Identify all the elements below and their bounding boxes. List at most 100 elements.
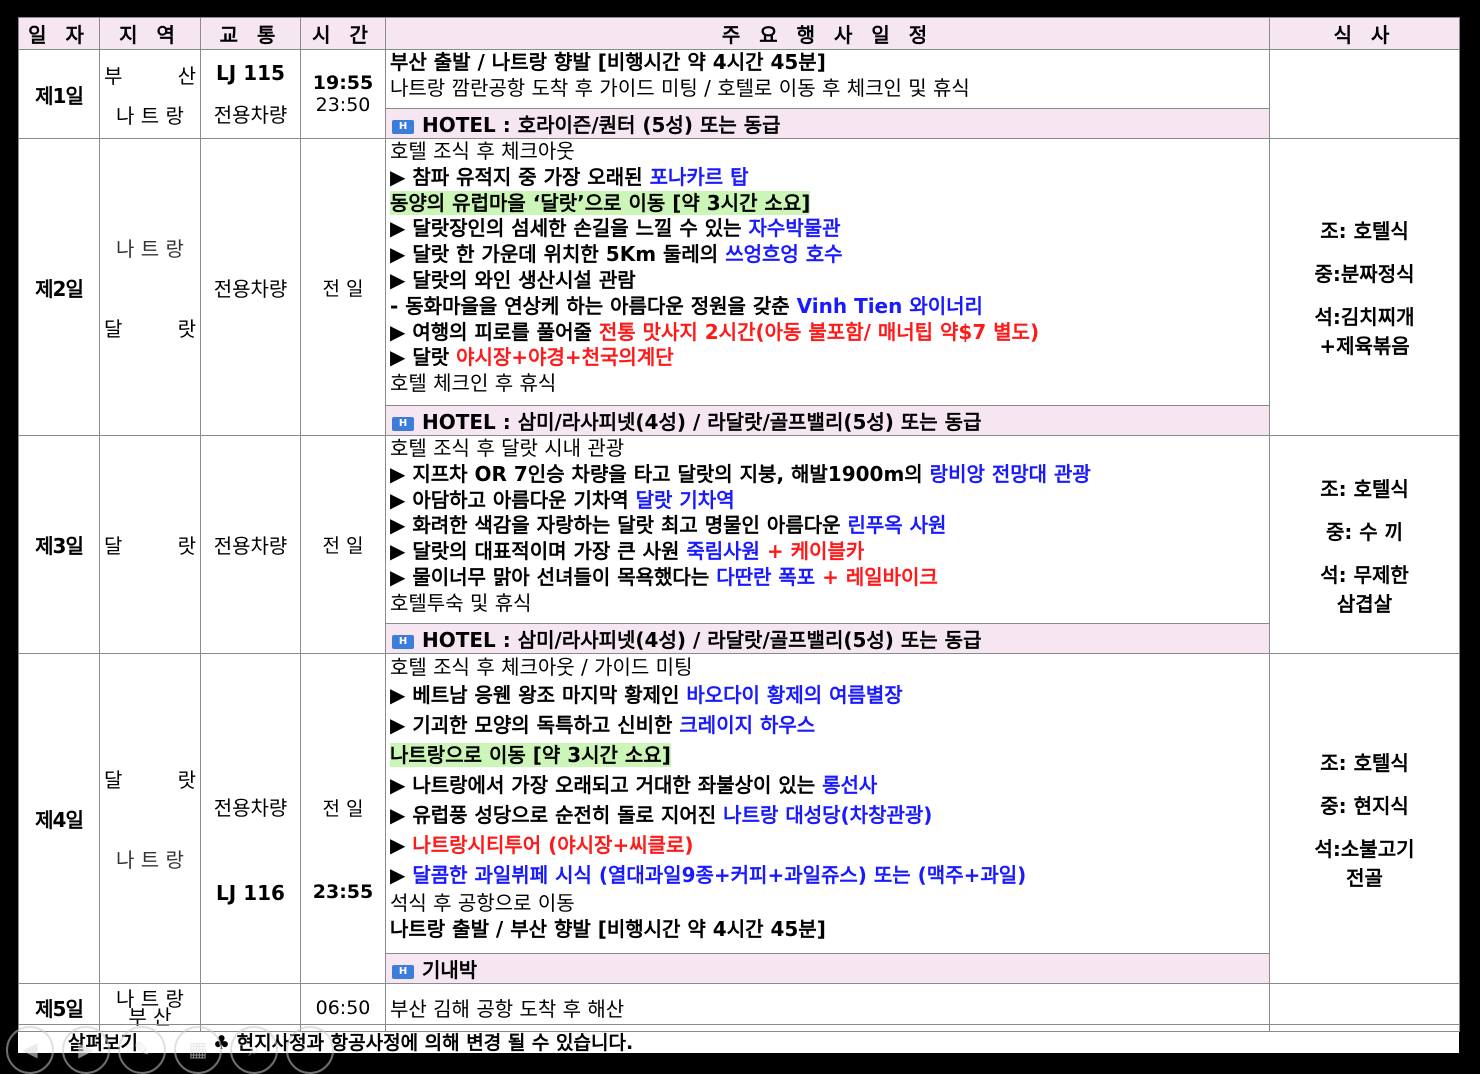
prev-slide-button[interactable]: ◀ xyxy=(6,1026,54,1074)
more-options-icon[interactable]: ⋯ xyxy=(286,1026,334,1074)
day4-row: 제4일 달 랏 나 트 랑 전용차량 LJ 116 전 일 23:55 호텔 조식… xyxy=(18,653,1460,984)
day2-line9: ▶ 달랏 야시장+야경+천국의계단 xyxy=(390,345,674,370)
day4-vehicle: 전용차량 xyxy=(213,796,288,820)
hotel-icon: H xyxy=(392,416,414,431)
day4-line9: 석식 후 공항으로 이동 xyxy=(390,891,575,915)
day3-region: 달랏 xyxy=(99,435,201,654)
day2-dinner: 석:김치찌개 xyxy=(1314,305,1415,329)
day2-region-2a: 달 xyxy=(104,316,123,341)
day3-line7: 호텔투숙 및 휴식 xyxy=(390,590,532,615)
day1-schedule: 부산 출발 / 나트랑 향발 [비행시간 약 4시간 45분] 나트랑 깜란공항… xyxy=(385,49,1270,109)
header-time: 시 간 xyxy=(300,17,386,50)
hotel-icon: H xyxy=(392,634,414,649)
day2-label: 제2일 xyxy=(18,138,100,436)
day4-line7: ▶ 나트랑시티투어 (야시장+씨클로) xyxy=(390,833,694,857)
day3-dinner: 석: 무제한 xyxy=(1320,562,1409,587)
day1-row: 제1일 부 산 나 트 랑 LJ 115 전용차량 19:55 23:50 부산 … xyxy=(18,49,1460,139)
slides-grid-icon[interactable]: ▦ xyxy=(174,1026,222,1074)
day4-line5: ▶ 나트랑에서 가장 오래되고 거대한 좌불상이 있는 롱선사 xyxy=(390,773,878,797)
day3-line5: ▶ 달랏의 대표적이며 가장 큰 사원 죽림사원 + 케이블카 xyxy=(390,539,865,564)
day2-dinner-2: +제육볶음 xyxy=(1319,334,1410,358)
day2-time: 전 일 xyxy=(300,138,386,436)
day4-hotel: H 기내박 xyxy=(385,953,1270,984)
day4-line6: ▶ 유럽풍 성당으로 순전히 돌로 지어진 나트랑 대성당(차창관광) xyxy=(390,803,933,827)
day3-lunch: 중: 수 끼 xyxy=(1325,519,1404,544)
day1-line1: 부산 출발 / 나트랑 향발 [비행시간 약 4시간 45분] xyxy=(390,50,826,74)
day1-hotel-text: HOTEL : 호라이즌/퀀터 (5성) 또는 동급 xyxy=(422,113,781,137)
day3-line6: ▶ 물이너무 맑아 선녀들이 목욕했다는 다딴란 폭포 + 레일바이크 xyxy=(390,564,938,589)
day2-transport: 전용차량 xyxy=(200,138,301,436)
day2-line5: ▶ 달랏 한 가운데 위치한 5Km 둘레의 쓰엉흐엉 호수 xyxy=(390,242,843,267)
day1-region: 부 산 나 트 랑 xyxy=(99,49,201,139)
day1-region-2: 나 트 랑 xyxy=(116,103,184,128)
day2-line2: ▶ 참파 유적지 중 가장 오래된 포나카르 탑 xyxy=(390,164,749,189)
day3-line3: ▶ 아담하고 아름다운 기차역 달랏 기차역 xyxy=(390,487,735,512)
day4-line4: 나트랑으로 이동 [약 3시간 소요] xyxy=(390,743,671,767)
day2-hotel-text: HOTEL : 삼미/라사피넷(4성) / 라달랏/골프밸리(5성) 또는 동급 xyxy=(422,410,982,434)
day1-time-depart: 19:55 xyxy=(312,72,374,94)
day2-schedule: 호텔 조식 후 체크아웃 ▶ 참파 유적지 중 가장 오래된 포나카르 탑 동양… xyxy=(385,138,1270,406)
day2-line7: - 동화마을을 연상케 하는 아름다운 정원을 갖춘 Vinh Tien 와이너… xyxy=(390,293,983,318)
zoom-icon[interactable]: ⌕ xyxy=(230,1026,278,1074)
day2-line10: 호텔 체크인 후 휴식 xyxy=(390,371,557,396)
day2-region-2b: 랏 xyxy=(177,316,196,341)
day4-line8: ▶ 달콤한 과일뷔페 시식 (열대과일9종+커피+과일쥬스) 또는 (맥주+과일… xyxy=(390,863,1027,887)
pen-tool-icon[interactable]: ✎ xyxy=(118,1026,166,1074)
day3-line2: ▶ 지프차 OR 7인승 차량을 타고 달랏의 지붕, 해발1900m의 랑비앙… xyxy=(390,461,1091,486)
day4-region-b: 랏 xyxy=(177,768,196,792)
header-region: 지 역 xyxy=(99,17,201,50)
day1-line2: 나트랑 깜란공항 도착 후 가이드 미팅 / 호텔로 이동 후 체크인 및 휴식 xyxy=(390,75,970,100)
day1-flight: LJ 115 xyxy=(216,60,285,85)
day1-transport: LJ 115 전용차량 xyxy=(200,49,301,139)
day3-region-b: 랏 xyxy=(177,534,196,558)
day3-breakfast: 조: 호텔식 xyxy=(1320,476,1409,501)
day3-time: 전 일 xyxy=(300,435,386,654)
day3-row: 제3일 달랏 전용차량 전 일 호텔 조식 후 달랏 시내 관광 ▶ 지프차 O… xyxy=(18,435,1460,654)
hotel-icon: H xyxy=(392,119,414,134)
next-slide-button[interactable]: ▶ xyxy=(62,1026,110,1074)
day4-breakfast: 조: 호텔식 xyxy=(1320,750,1409,775)
day2-lunch: 중:분짜정식 xyxy=(1314,262,1415,286)
day2-line3: 동양의 유럽마을 ‘달랏’으로 이동 [약 3시간 소요] xyxy=(390,190,811,215)
day4-meals: 조: 호텔식 중: 현지식 석:소불고기 전골 xyxy=(1269,653,1460,984)
day1-region-a: 부 xyxy=(104,63,123,88)
day4-dinner: 석:소불고기 xyxy=(1314,836,1415,861)
day3-region-a: 달 xyxy=(104,534,123,558)
day4-region-2: 나 트 랑 xyxy=(116,848,184,872)
day4-time: 전 일 23:55 xyxy=(300,653,386,984)
day2-region-1: 나 트 랑 xyxy=(116,236,184,261)
day4-transport: 전용차량 LJ 116 xyxy=(200,653,301,984)
day3-line4: ▶ 화려한 색감을 자랑하는 달랏 최고 명물인 아름다운 린푸옥 사원 xyxy=(390,513,947,538)
header-transport: 교 통 xyxy=(200,17,301,50)
itinerary-sheet: 일 자 지 역 교 통 시 간 주 요 행 사 일 정 식 사 제1일 부 산 나… xyxy=(18,17,1460,1054)
day4-region-a: 달 xyxy=(104,768,123,792)
day4-line1: 호텔 조식 후 체크아웃 / 가이드 미팅 xyxy=(390,655,693,679)
day4-line3: ▶ 기괴한 모양의 독특하고 신비한 크레이지 하우스 xyxy=(390,713,816,737)
day4-region: 달 랏 나 트 랑 xyxy=(99,653,201,984)
day2-region: 나 트 랑 달 랏 xyxy=(99,138,201,436)
day2-meals: 조: 호텔식 중:분짜정식 석:김치찌개 +제육볶음 xyxy=(1269,138,1460,436)
header-meals: 식 사 xyxy=(1269,17,1460,50)
itinerary-table: 일 자 지 역 교 통 시 간 주 요 행 사 일 정 식 사 제1일 부 산 나… xyxy=(18,17,1460,1032)
day4-time-2: 23:55 xyxy=(312,881,374,903)
day3-line1: 호텔 조식 후 달랏 시내 관광 xyxy=(390,436,625,460)
day4-hotel-text: 기내박 xyxy=(422,958,478,982)
day4-dinner-2: 전골 xyxy=(1346,865,1383,890)
day2-line8: ▶ 여행의 피로를 풀어줄 전통 맛사지 2시간(아동 불포함/ 매너팁 약$7… xyxy=(390,319,1040,344)
day4-line10: 나트랑 출발 / 부산 향발 [비행시간 약 4시간 45분] xyxy=(390,917,826,941)
day3-meals: 조: 호텔식 중: 수 끼 석: 무제한 삼겹살 xyxy=(1269,435,1460,654)
day1-label: 제1일 xyxy=(18,49,100,139)
day2-row: 제2일 나 트 랑 달 랏 전용차량 전 일 호텔 조식 후 체크아웃 ▶ 참파 … xyxy=(18,138,1460,436)
day4-label: 제4일 xyxy=(18,653,100,984)
day3-hotel-text: HOTEL : 삼미/라사피넷(4성) / 라달랏/골프밸리(5성) 또는 동급 xyxy=(422,628,982,652)
day4-schedule: 호텔 조식 후 체크아웃 / 가이드 미팅 ▶ 베트남 응웬 왕조 마지막 황제… xyxy=(385,653,1270,954)
day2-breakfast: 조: 호텔식 xyxy=(1320,219,1409,243)
header-date: 일 자 xyxy=(18,17,100,50)
day2-hotel: H HOTEL : 삼미/라사피넷(4성) / 라달랏/골프밸리(5성) 또는 동… xyxy=(385,405,1270,436)
header-row: 일 자 지 역 교 통 시 간 주 요 행 사 일 정 식 사 xyxy=(18,17,1460,50)
day4-time-1: 전 일 xyxy=(322,798,364,820)
day4-lunch: 중: 현지식 xyxy=(1320,793,1409,818)
day1-time-arrive: 23:50 xyxy=(315,94,371,116)
day3-dinner-2: 삼겹살 xyxy=(1336,591,1393,616)
day1-region-b: 산 xyxy=(177,63,196,88)
